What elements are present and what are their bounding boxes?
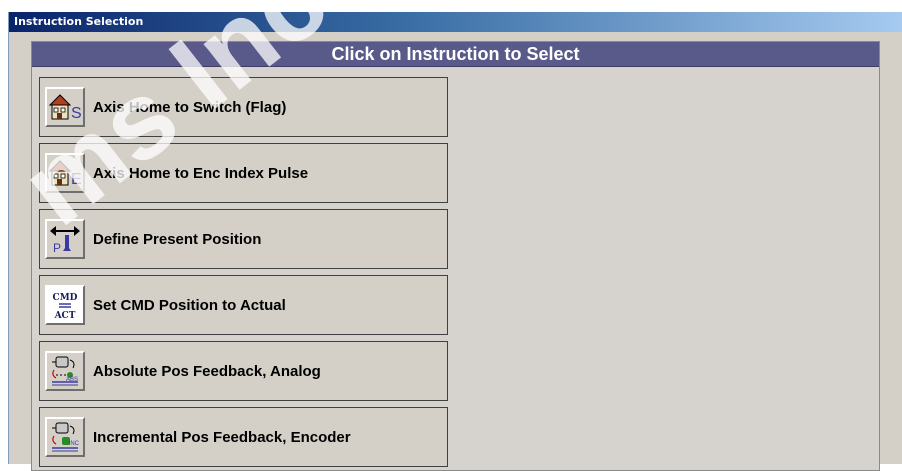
instruction-item-define-position[interactable]: P Define Present Position [39, 209, 448, 269]
svg-text:CMD: CMD [53, 293, 78, 303]
instruction-label: Define Present Position [93, 230, 262, 248]
define-position-icon: P [45, 219, 85, 259]
panel-header: Click on Instruction to Select [32, 42, 879, 67]
instruction-item-cmd-actual[interactable]: CMD ACT Set CMD Position to Actual [39, 275, 448, 335]
absolute-feedback-icon: ABS [45, 351, 85, 391]
home-encoder-icon: E [45, 153, 85, 193]
instruction-selection-window: Instruction Selection Click on Instructi… [8, 12, 902, 471]
instruction-label: Axis Home to Enc Index Pulse [93, 164, 309, 182]
instruction-label: Incremental Pos Feedback, Encoder [93, 428, 351, 446]
instruction-item-incremental-feedback[interactable]: INC Incremental Pos Feedback, Encoder [39, 407, 448, 467]
incremental-feedback-icon: INC [45, 417, 85, 457]
svg-text:E: E [71, 171, 82, 188]
cmd-actual-icon: CMD ACT [45, 285, 85, 325]
svg-text:S: S [71, 105, 82, 122]
svg-text:P: P [53, 241, 61, 255]
instruction-label: Axis Home to Switch (Flag) [93, 98, 287, 116]
window-title: Instruction Selection [9, 12, 902, 32]
instruction-label: Set CMD Position to Actual [93, 296, 286, 314]
window-content: Click on Instruction to Select S Axis Ho… [9, 32, 902, 471]
instruction-label: Absolute Pos Feedback, Analog [93, 362, 321, 380]
home-switch-icon: S [45, 87, 85, 127]
svg-text:ACT: ACT [54, 311, 76, 321]
instruction-item-home-switch[interactable]: S Axis Home to Switch (Flag) [39, 77, 448, 137]
instruction-item-absolute-feedback[interactable]: ABS Absolute Pos Feedback, Analog [39, 341, 448, 401]
instruction-item-home-encoder[interactable]: E Axis Home to Enc Index Pulse [39, 143, 448, 203]
svg-text:ABS: ABS [66, 377, 78, 383]
svg-text:INC: INC [69, 441, 80, 447]
